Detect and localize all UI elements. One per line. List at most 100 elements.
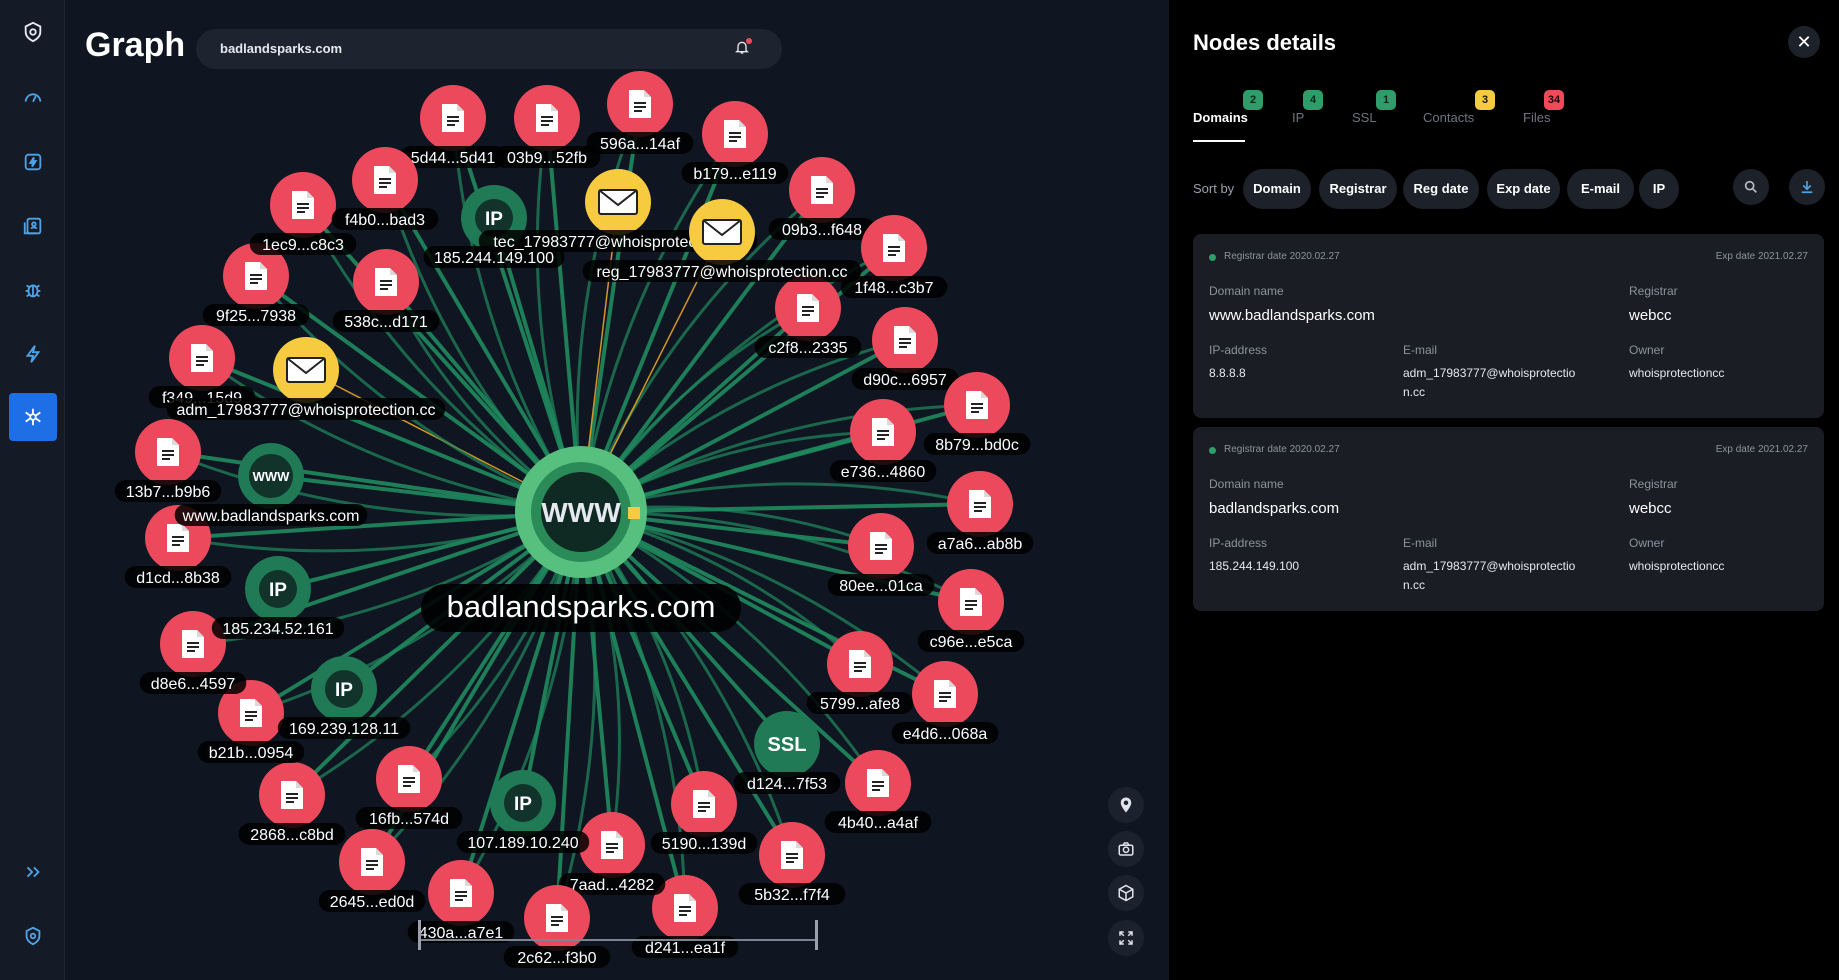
node-label: f4b0...bad3 — [345, 212, 425, 229]
email-value-line1: adm_17983777@whoisprotectio — [1403, 559, 1576, 573]
file-icon — [724, 120, 746, 148]
sort-registrar-button[interactable]: Registrar — [1319, 169, 1397, 209]
tab-ip[interactable]: IP — [1292, 110, 1304, 125]
domain-name-value[interactable]: www.badlandsparks.com — [1209, 307, 1375, 324]
owner-label: Owner — [1629, 536, 1665, 550]
node-label: 5799...afe8 — [820, 696, 900, 713]
fullscreen-button[interactable] — [1108, 920, 1144, 956]
file-icon — [182, 630, 204, 658]
tab-domains[interactable]: Domains — [1193, 110, 1248, 125]
status-dot — [1209, 254, 1216, 261]
bug-icon[interactable] — [9, 266, 57, 314]
close-panel-button[interactable]: ✕ — [1788, 26, 1820, 58]
node-label: 107.189.10.240 — [467, 835, 578, 852]
file-node[interactable]: 2c62...f3b0 — [503, 885, 611, 968]
settings-logo-icon[interactable] — [9, 912, 57, 960]
file-node[interactable]: b179...e119 — [681, 101, 789, 184]
file-node[interactable]: f349...15d9 — [148, 325, 256, 408]
file-node[interactable]: 5b32...f7f4 — [738, 822, 846, 905]
sort-label: Sort by — [1193, 181, 1235, 196]
status-dot — [1209, 447, 1216, 454]
tab-ssl-count: 1 — [1376, 90, 1396, 110]
location-pin-button[interactable] — [1108, 787, 1144, 823]
node-label: e736...4860 — [841, 464, 926, 481]
file-node[interactable]: 16fb...574d — [355, 746, 463, 829]
file-node[interactable]: 4b40...a4af — [824, 750, 932, 833]
ip-icon: IP — [269, 580, 287, 601]
node-label: d241...ea1f — [645, 940, 726, 957]
sort-reg-date-button[interactable]: Reg date — [1403, 169, 1479, 209]
contacts-icon[interactable] — [9, 202, 57, 250]
graph-svg[interactable]: 5d44...5d41 03b9...52fb 596a...14af b179...… — [65, 0, 1169, 980]
ip-node[interactable]: IP 107.189.10.240 — [456, 770, 590, 853]
graph-network-icon[interactable] — [9, 393, 57, 441]
tab-contacts[interactable]: Contacts — [1423, 110, 1474, 125]
domain-name-value[interactable]: badlandsparks.com — [1209, 500, 1339, 517]
node-label: b179...e119 — [693, 166, 776, 183]
file-node[interactable]: 596a...14af — [586, 71, 694, 154]
node-label: 538c...d171 — [344, 314, 428, 331]
file-node[interactable]: 13b7...b9b6 — [114, 419, 222, 502]
file-icon — [849, 650, 871, 678]
domain-card[interactable]: Registrar date 2020.02.27 Exp date 2021.… — [1193, 234, 1824, 418]
search-icon — [1744, 180, 1757, 193]
search-input[interactable]: badlandsparks.com — [196, 29, 782, 69]
sort-email-button[interactable]: E-mail — [1567, 169, 1634, 209]
active-tab-underline — [1193, 140, 1245, 142]
fullscreen-icon — [1119, 931, 1133, 945]
tab-ssl[interactable]: SSL — [1352, 110, 1377, 125]
file-icon — [245, 262, 267, 290]
registrar-value: webcc — [1629, 500, 1672, 517]
file-icon — [240, 699, 262, 727]
email-value-line1: adm_17983777@whoisprotectio — [1403, 366, 1576, 380]
node-label: 9f25...7938 — [216, 308, 296, 325]
file-node[interactable]: 5d44...5d41 — [399, 85, 507, 168]
registrar-date: Registrar date 2020.02.27 — [1224, 444, 1340, 455]
domain-card[interactable]: Registrar date 2020.02.27 Exp date 2021.… — [1193, 427, 1824, 611]
node-label: 7aad...4282 — [570, 877, 655, 894]
sort-domain-button[interactable]: Domain — [1243, 169, 1311, 209]
tab-contacts-count: 3 — [1475, 90, 1495, 110]
panel-title: Nodes details — [1193, 30, 1337, 55]
download-button[interactable] — [1789, 169, 1825, 205]
file-icon — [157, 438, 179, 466]
sort-ip-button[interactable]: IP — [1639, 169, 1679, 209]
node-label: 2c62...f3b0 — [517, 950, 596, 967]
ip-node[interactable]: IP 185.244.149.100 — [423, 185, 565, 268]
node-label: 2868...c8bd — [250, 827, 334, 844]
file-node[interactable]: 538c...d171 — [332, 249, 440, 332]
node-label: d124...7f53 — [747, 776, 827, 793]
file-node[interactable]: 9f25...7938 — [202, 243, 310, 326]
graph-canvas[interactable]: 5d44...5d41 03b9...52fb 596a...14af b179...… — [65, 0, 1169, 980]
file-node[interactable]: 80ee...01ca — [827, 513, 935, 596]
node-label: d8e6...4597 — [151, 676, 236, 693]
dashboard-icon[interactable] — [9, 74, 57, 122]
file-node[interactable]: 03b9...52fb — [493, 85, 601, 168]
search-button[interactable] — [1733, 169, 1769, 205]
cube-button[interactable] — [1108, 875, 1144, 911]
registrar-label: Registrar — [1629, 284, 1678, 298]
file-node[interactable]: 2868...c8bd — [238, 762, 346, 845]
lightning-square-icon[interactable] — [9, 138, 57, 186]
notification-button[interactable] — [725, 32, 759, 66]
file-node[interactable]: d90c...6957 — [851, 307, 959, 390]
file-icon — [781, 841, 803, 869]
exp-date: Exp date 2021.02.27 — [1715, 444, 1808, 455]
sort-exp-date-button[interactable]: Exp date — [1487, 169, 1560, 209]
ip-icon: IP — [485, 209, 503, 230]
bolt-icon[interactable] — [9, 330, 57, 378]
file-icon — [536, 104, 558, 132]
ip-address-value: 8.8.8.8 — [1209, 366, 1246, 380]
tab-files[interactable]: Files — [1523, 110, 1550, 125]
node-label: c2f8...2335 — [768, 340, 847, 357]
camera-button[interactable] — [1108, 831, 1144, 867]
expand-icon[interactable] — [9, 848, 57, 896]
logo-icon[interactable] — [9, 8, 57, 56]
file-icon — [969, 490, 991, 518]
node-label: adm_17983777@whoisprotection.cc — [176, 402, 435, 419]
file-node[interactable]: a7a6...ab8b — [926, 471, 1034, 554]
file-icon — [872, 418, 894, 446]
file-icon — [601, 831, 623, 859]
node-label: 09b3...f648 — [782, 222, 862, 239]
node-label: www.badlandsparks.com — [182, 508, 360, 525]
